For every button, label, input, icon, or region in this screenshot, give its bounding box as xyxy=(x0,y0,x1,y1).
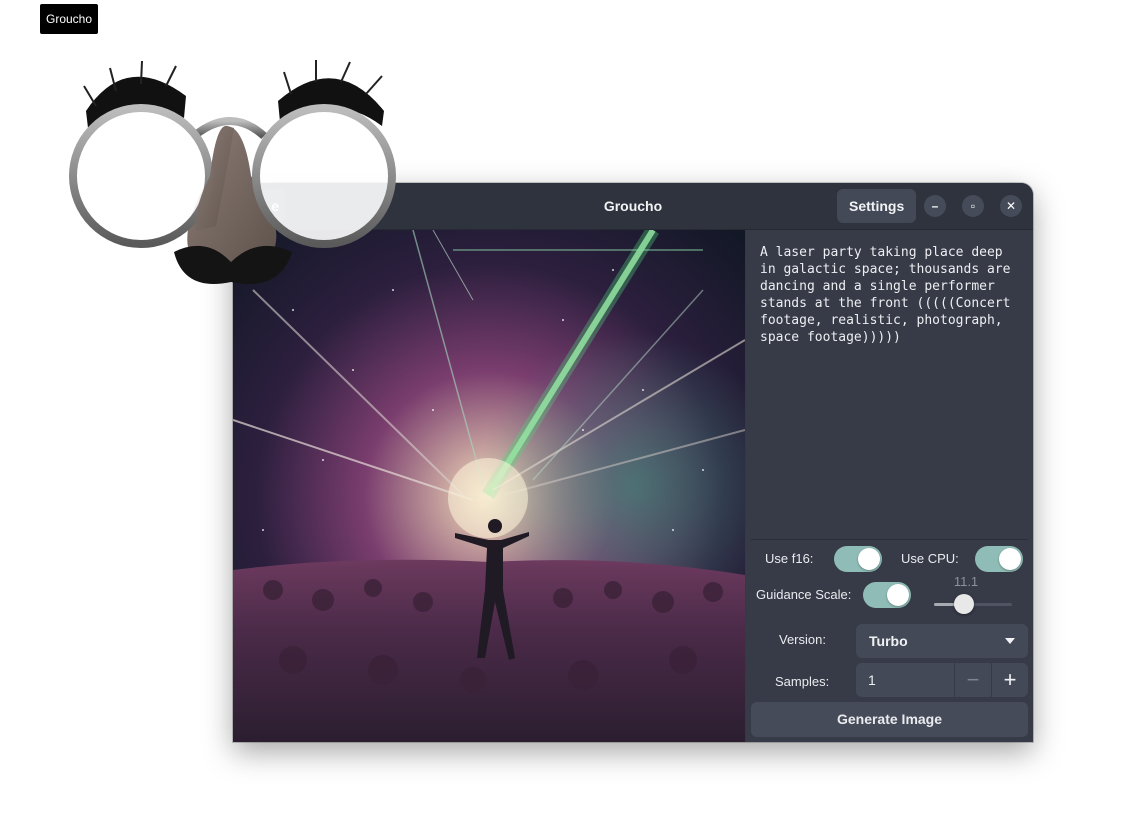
groucho-glasses-icon xyxy=(66,56,406,316)
chevron-down-icon xyxy=(1005,638,1015,644)
use-cpu-label: Use CPU: xyxy=(901,551,959,566)
guidance-scale-slider-handle[interactable] xyxy=(954,594,974,614)
generate-image-button[interactable]: Generate Image xyxy=(751,702,1028,737)
prompt-textarea[interactable]: A laser party taking place deep in galac… xyxy=(760,244,1022,534)
guidance-scale-label: Guidance Scale: xyxy=(756,587,852,602)
divider xyxy=(751,539,1028,540)
use-f16-switch[interactable] xyxy=(834,546,882,572)
app-name-tooltip: Groucho xyxy=(40,4,99,34)
use-cpu-switch[interactable] xyxy=(975,546,1023,572)
decrement-icon[interactable]: − xyxy=(954,663,991,697)
settings-button[interactable]: Settings xyxy=(837,189,917,223)
guidance-scale-switch[interactable] xyxy=(863,582,911,608)
guidance-scale-value: 11.1 xyxy=(953,574,979,589)
samples-spinbutton[interactable]: 1 − + xyxy=(856,663,1028,697)
settings-pane: A laser party taking place deep in galac… xyxy=(746,230,1033,742)
close-icon[interactable]: ✕ xyxy=(1000,195,1022,217)
version-label: Version: xyxy=(779,632,826,647)
samples-input[interactable]: 1 xyxy=(868,663,876,697)
version-selected: Turbo xyxy=(869,633,908,649)
version-dropdown[interactable]: Turbo xyxy=(856,624,1028,658)
use-f16-label: Use f16: xyxy=(765,551,814,566)
minimize-icon[interactable]: – xyxy=(924,195,946,217)
samples-label: Samples: xyxy=(775,674,830,689)
maximize-icon[interactable]: ▫ xyxy=(962,195,984,217)
increment-icon[interactable]: + xyxy=(991,663,1028,697)
